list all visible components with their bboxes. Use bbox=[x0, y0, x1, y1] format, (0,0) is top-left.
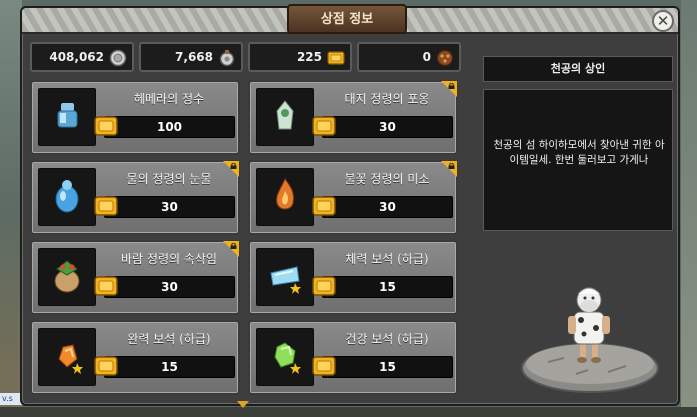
gold-ticket-icon bbox=[94, 276, 118, 296]
item-list[interactable]: 헤메라의 정수 100 대지 정령의 포옹 30 물의 정령의 눈물 30 불꽃… bbox=[30, 78, 466, 406]
item-price: 100 bbox=[104, 116, 235, 138]
item-name: 체력 보석 (하급) bbox=[345, 252, 429, 266]
item-name: 바람 정령의 속삭임 bbox=[121, 252, 217, 266]
currency-value: 0 bbox=[422, 50, 431, 64]
item-name: 건강 보석 (하급) bbox=[345, 332, 429, 346]
game-background-right bbox=[681, 0, 697, 417]
item-price: 30 bbox=[104, 196, 235, 218]
list-item[interactable]: 물의 정령의 눈물 30 bbox=[30, 160, 240, 235]
scroll-down-arrow-icon[interactable] bbox=[237, 401, 249, 408]
window-title: 상점 정보 bbox=[287, 4, 407, 34]
silver-coin-icon bbox=[109, 49, 127, 67]
wind-spirit-icon bbox=[54, 260, 80, 293]
currency-medal: 7,668 bbox=[139, 42, 243, 72]
gold-ticket-icon bbox=[94, 356, 118, 376]
item-thumb bbox=[38, 88, 96, 146]
gold-ticket-icon bbox=[94, 196, 118, 216]
item-thumb bbox=[256, 88, 314, 146]
gold-ticket-icon bbox=[312, 276, 336, 296]
currency-bronze-token: 0 bbox=[357, 42, 461, 72]
merchant-dialog-box: 천공의 섬 하이하모에서 찾아낸 귀한 아이템일세. 한번 둘러보고 가게나 bbox=[483, 89, 673, 231]
water-spirit-icon bbox=[55, 180, 79, 213]
list-item[interactable]: 바람 정령의 속삭임 30 bbox=[30, 240, 240, 315]
fire-spirit-icon bbox=[276, 177, 294, 210]
bronze-token-icon bbox=[436, 49, 454, 67]
item-name: 불꽃 정령의 미소 bbox=[344, 172, 430, 186]
currency-gold-ticket: 225 bbox=[248, 42, 352, 72]
currency-value: 7,668 bbox=[175, 50, 213, 64]
currency-value: 225 bbox=[296, 50, 322, 64]
gold-ticket-icon bbox=[312, 196, 336, 216]
merchant-npc bbox=[521, 287, 659, 393]
item-thumb bbox=[256, 248, 314, 306]
medal-icon bbox=[219, 50, 235, 67]
list-item[interactable]: 건강 보석 (하급) 15 bbox=[248, 320, 458, 395]
close-button[interactable]: ✕ bbox=[652, 10, 674, 32]
game-background-left bbox=[0, 0, 22, 417]
item-thumb bbox=[38, 248, 96, 306]
item-name: 대지 정령의 포옹 bbox=[344, 92, 430, 106]
list-item[interactable]: 불꽃 정령의 미소 30 bbox=[248, 160, 458, 235]
earth-spirit-icon bbox=[276, 100, 294, 130]
merchant-message: 천공의 섬 하이하모에서 찾아낸 귀한 아이템일세. 한번 둘러보고 가게나 bbox=[493, 139, 665, 166]
item-price: 30 bbox=[322, 116, 453, 138]
background-tag: v.s bbox=[0, 393, 22, 405]
health-gem-icon bbox=[274, 342, 301, 374]
list-item[interactable]: 체력 보석 (하급) 15 bbox=[248, 240, 458, 315]
item-thumb bbox=[38, 168, 96, 226]
merchant-name: 천공의 상인 bbox=[483, 56, 673, 82]
gold-ticket-icon bbox=[312, 356, 336, 376]
stamina-gem-icon bbox=[270, 266, 301, 294]
list-item[interactable]: 헤메라의 정수 100 bbox=[30, 80, 240, 155]
list-item[interactable]: 대지 정령의 포옹 30 bbox=[248, 80, 458, 155]
gold-ticket-icon bbox=[94, 116, 118, 136]
gold-ticket-icon bbox=[312, 116, 336, 136]
item-thumb bbox=[256, 328, 314, 386]
item-name: 물의 정령의 눈물 bbox=[126, 172, 212, 186]
item-thumb bbox=[256, 168, 314, 226]
item-name: 헤메라의 정수 bbox=[133, 92, 205, 106]
item-price: 15 bbox=[104, 356, 235, 378]
list-item[interactable]: 완력 보석 (하급) 15 bbox=[30, 320, 240, 395]
game-background-bottom bbox=[0, 407, 697, 417]
strength-gem-icon bbox=[58, 344, 83, 374]
currency-value: 408,062 bbox=[49, 50, 104, 64]
item-thumb bbox=[38, 328, 96, 386]
item-name: 완력 보석 (하급) bbox=[127, 332, 211, 346]
currency-silver: 408,062 bbox=[30, 42, 134, 72]
gold-ticket-icon bbox=[327, 51, 345, 65]
item-price: 15 bbox=[322, 356, 453, 378]
shop-window: 상점 정보 ✕ 408,062 7,668 225 0 헤메라의 정수 100 … bbox=[20, 4, 680, 408]
item-price: 15 bbox=[322, 276, 453, 298]
item-price: 30 bbox=[104, 276, 235, 298]
blue-essence-icon bbox=[57, 103, 78, 128]
item-price: 30 bbox=[322, 196, 453, 218]
